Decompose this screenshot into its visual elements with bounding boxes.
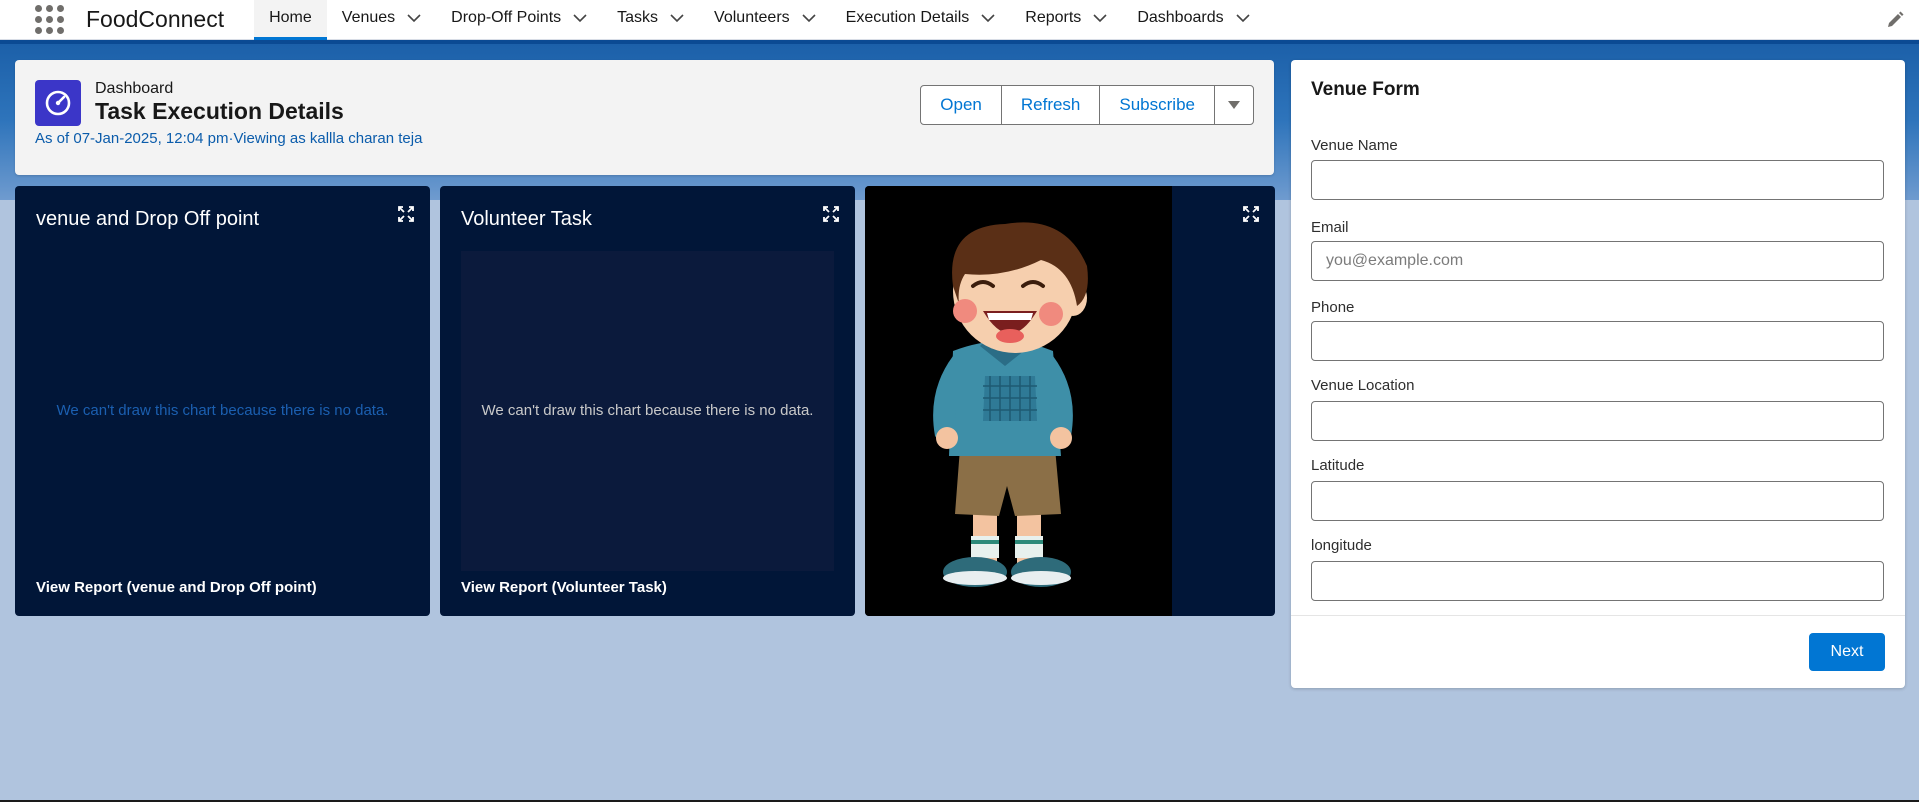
chevron-down-icon[interactable] [1236, 11, 1250, 25]
nav-item-label: Drop-Off Points [451, 9, 562, 26]
email-label: Email [1311, 219, 1349, 236]
refresh-button[interactable]: Refresh [1000, 85, 1101, 125]
page-title: Task Execution Details [95, 98, 344, 124]
nav-item-dashboards[interactable]: Dashboards [1122, 0, 1264, 40]
dashboard-tile-venue: venue and Drop Off point We can't draw t… [15, 186, 430, 616]
nav-item-label: Execution Details [845, 9, 970, 26]
longitude-input[interactable] [1311, 561, 1884, 601]
tile-title: venue and Drop Off point [36, 208, 260, 230]
view-report-link[interactable]: View Report (venue and Drop Off point) [36, 579, 317, 596]
chevron-down-icon[interactable] [670, 11, 684, 25]
longitude-label: longitude [1311, 537, 1372, 554]
nav-item-tasks[interactable]: Tasks [602, 0, 699, 40]
latitude-input[interactable] [1311, 481, 1884, 521]
dashboard-header: Dashboard Task Execution Details As of 0… [15, 60, 1274, 175]
subscribe-button[interactable]: Subscribe [1099, 85, 1215, 125]
nav-item-execution-details[interactable]: Execution Details [831, 0, 1011, 40]
cartoon-boy-image [865, 186, 1172, 616]
phone-label: Phone [1311, 299, 1355, 316]
chevron-down-icon[interactable] [407, 11, 421, 25]
form-divider [1291, 615, 1905, 616]
nav-item-venues[interactable]: Venues [327, 0, 436, 40]
dashboard-icon [35, 80, 81, 126]
nav-item-label: Dashboards [1137, 9, 1224, 26]
nav-item-label: Home [269, 9, 312, 26]
expand-icon[interactable] [823, 206, 839, 222]
open-button[interactable]: Open [920, 85, 1002, 125]
nav-item-label: Tasks [617, 9, 659, 26]
chevron-down-icon[interactable] [573, 11, 587, 25]
app-name: FoodConnect [86, 6, 225, 32]
banner-stripe [0, 40, 1919, 44]
nav-item-volunteers[interactable]: Volunteers [699, 0, 831, 40]
nav-item-home[interactable]: Home [254, 0, 327, 40]
phone-input[interactable] [1311, 321, 1884, 361]
no-data-message: We can't draw this chart because there i… [481, 402, 814, 419]
caret-down-icon [1227, 95, 1241, 115]
edit-pencil-icon[interactable] [1885, 10, 1905, 30]
next-button[interactable]: Next [1809, 633, 1885, 671]
dashboard-tile-volunteer-task: Volunteer Task We can't draw this chart … [440, 186, 855, 616]
venue-form: Venue Form Venue Name Email Phone Venue … [1291, 60, 1905, 688]
nav-item-drop-off-points[interactable]: Drop-Off Points [436, 0, 602, 40]
latitude-label: Latitude [1311, 457, 1365, 474]
view-report-link[interactable]: View Report (Volunteer Task) [461, 579, 667, 596]
chevron-down-icon[interactable] [802, 11, 816, 25]
email-input[interactable] [1311, 241, 1884, 281]
form-title: Venue Form [1311, 79, 1420, 100]
dashboard-tile-image [865, 186, 1275, 616]
nav-item-label: Venues [341, 9, 396, 26]
venue-location-input[interactable] [1311, 401, 1884, 441]
app-launcher-icon[interactable] [24, 0, 74, 40]
chevron-down-icon[interactable] [981, 11, 995, 25]
global-navigation: FoodConnect Home Venues Drop-Off Points … [0, 0, 1919, 40]
dashboard-meta: As of 07-Jan-2025, 12:04 pm·Viewing as k… [35, 130, 423, 147]
nav-item-reports[interactable]: Reports [1010, 0, 1122, 40]
venue-name-input[interactable] [1311, 160, 1884, 200]
venue-name-label: Venue Name [1311, 137, 1398, 154]
tile-title: Volunteer Task [461, 208, 592, 230]
no-data-message: We can't draw this chart because there i… [56, 402, 389, 419]
dashboard-actions: Open Refresh Subscribe [920, 85, 1254, 125]
dashboard-type-label: Dashboard [95, 80, 174, 97]
chevron-down-icon[interactable] [1093, 11, 1107, 25]
more-actions-button[interactable] [1214, 85, 1254, 125]
nav-item-label: Volunteers [714, 9, 790, 26]
nav-item-label: Reports [1025, 9, 1082, 26]
venue-location-label: Venue Location [1311, 377, 1415, 394]
expand-icon[interactable] [398, 206, 414, 222]
expand-icon[interactable] [1243, 206, 1259, 222]
